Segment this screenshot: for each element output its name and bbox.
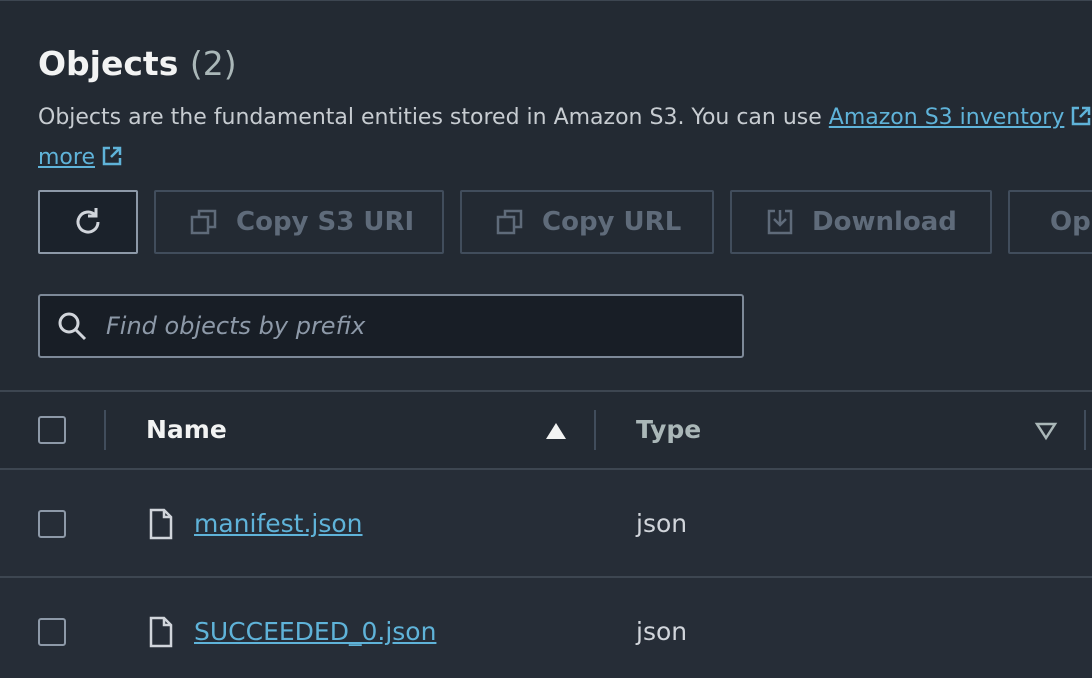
object-name-link[interactable]: manifest.json bbox=[194, 508, 363, 540]
select-all-checkbox[interactable] bbox=[38, 416, 66, 444]
download-button[interactable]: Download bbox=[730, 190, 992, 254]
object-type: json bbox=[636, 509, 688, 538]
object-count: (2) bbox=[189, 44, 237, 83]
open-button[interactable]: Op bbox=[1008, 190, 1092, 254]
column-divider[interactable] bbox=[1084, 410, 1086, 450]
row-checkbox[interactable] bbox=[38, 618, 66, 646]
learn-more-label: more bbox=[38, 145, 95, 170]
objects-panel: Objects (2) Objects are the fundamental … bbox=[0, 0, 1092, 678]
copy-icon bbox=[496, 209, 523, 235]
search-field[interactable] bbox=[38, 294, 744, 358]
inventory-link[interactable]: Amazon S3 inventory bbox=[829, 105, 1065, 130]
column-header-type[interactable]: Type bbox=[636, 414, 701, 446]
row-checkbox[interactable] bbox=[38, 510, 66, 538]
open-label: Op bbox=[1050, 207, 1091, 237]
learn-more-link[interactable]: more bbox=[38, 145, 95, 170]
external-link-icon bbox=[102, 146, 122, 166]
description: Objects are the fundamental entities sto… bbox=[38, 98, 1092, 178]
object-type: json bbox=[636, 617, 688, 646]
file-icon bbox=[149, 616, 173, 648]
copy-s3-uri-button[interactable]: Copy S3 URI bbox=[154, 190, 444, 254]
external-link-icon bbox=[1072, 106, 1091, 126]
copy-url-button[interactable]: Copy URL bbox=[460, 190, 714, 254]
copy-s3-uri-label: Copy S3 URI bbox=[236, 207, 415, 237]
refresh-icon bbox=[76, 208, 100, 234]
title-text: Objects bbox=[38, 44, 179, 83]
description-text: Objects are the fundamental entities sto… bbox=[38, 105, 829, 130]
search-icon bbox=[58, 312, 87, 341]
sort-ascending-icon[interactable] bbox=[544, 421, 568, 441]
copy-icon bbox=[190, 209, 217, 235]
column-header-name[interactable]: Name bbox=[146, 414, 227, 446]
page-title: Objects (2) bbox=[38, 44, 237, 84]
copy-url-label: Copy URL bbox=[542, 207, 682, 237]
file-icon bbox=[149, 508, 173, 540]
download-icon bbox=[767, 209, 793, 235]
download-label: Download bbox=[812, 207, 957, 237]
search-input[interactable] bbox=[104, 311, 742, 341]
refresh-button[interactable] bbox=[38, 190, 138, 254]
sort-descending-icon[interactable] bbox=[1034, 421, 1058, 441]
object-name-link[interactable]: SUCCEEDED_0.json bbox=[194, 616, 436, 648]
column-divider bbox=[104, 410, 106, 450]
inventory-link-label: Amazon S3 inventory bbox=[828, 105, 1065, 130]
column-divider[interactable] bbox=[594, 410, 596, 450]
top-divider bbox=[0, 0, 1092, 1]
